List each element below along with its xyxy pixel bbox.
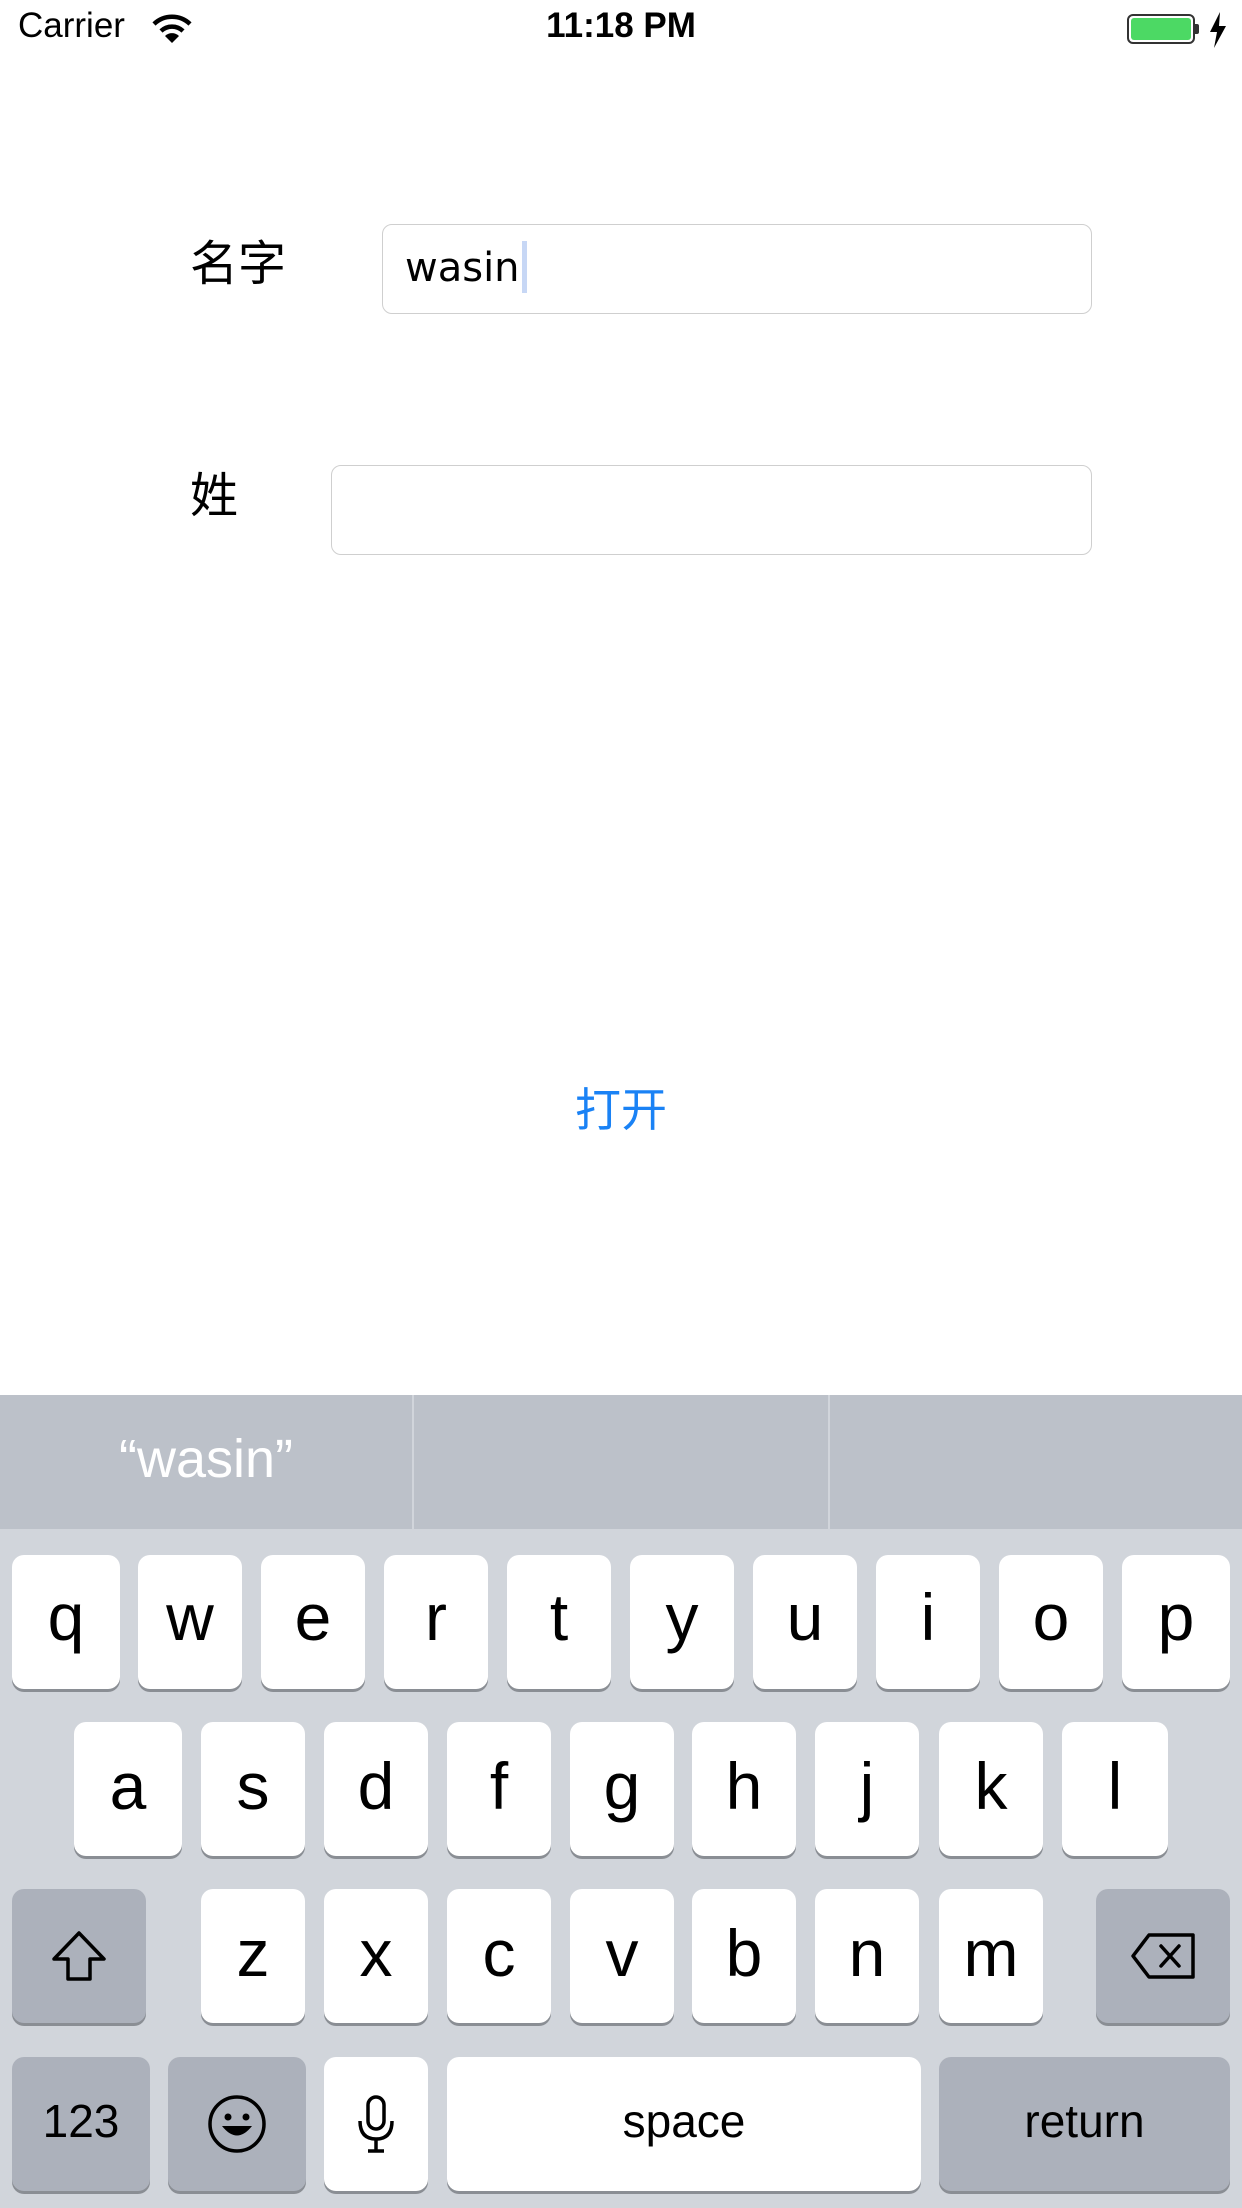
key-n[interactable]: n (815, 1889, 919, 2023)
key-f[interactable]: f (447, 1722, 551, 1856)
first-name-field[interactable]: wasin (382, 224, 1092, 314)
key-o[interactable]: o (999, 1555, 1103, 1689)
battery-icon (1127, 14, 1199, 44)
keyboard: “wasin” q w e r t y u i o p a s d f g h … (0, 1395, 1242, 2208)
suggestion-item[interactable]: “wasin” (0, 1395, 412, 1529)
charging-bolt-icon (1208, 12, 1228, 48)
status-time: 11:18 PM (546, 6, 696, 45)
status-bar: Carrier 11:18 PM (0, 0, 1242, 60)
key-s[interactable]: s (201, 1722, 305, 1856)
key-y[interactable]: y (630, 1555, 734, 1689)
key-j[interactable]: j (815, 1722, 919, 1856)
key-a[interactable]: a (74, 1722, 182, 1856)
space-key[interactable]: space (447, 2057, 921, 2191)
emoji-key[interactable] (168, 2057, 306, 2191)
suggestion-item-empty[interactable] (414, 1395, 828, 1529)
key-p[interactable]: p (1122, 1555, 1230, 1689)
key-k[interactable]: k (939, 1722, 1043, 1856)
suggestion-item-empty[interactable] (830, 1395, 1242, 1529)
numbers-key[interactable]: 123 (12, 2057, 150, 2191)
key-x[interactable]: x (324, 1889, 428, 2023)
key-g[interactable]: g (570, 1722, 674, 1856)
return-key[interactable]: return (939, 2057, 1230, 2191)
key-b[interactable]: b (692, 1889, 796, 2023)
shift-key[interactable] (12, 1889, 146, 2023)
key-l[interactable]: l (1062, 1722, 1168, 1856)
first-name-label: 名字 (190, 236, 287, 292)
key-d[interactable]: d (324, 1722, 428, 1856)
key-h[interactable]: h (692, 1722, 796, 1856)
text-cursor (521, 241, 527, 293)
key-r[interactable]: r (384, 1555, 488, 1689)
microphone-key[interactable] (324, 2057, 428, 2191)
key-c[interactable]: c (447, 1889, 551, 2023)
key-q[interactable]: q (12, 1555, 120, 1689)
key-u[interactable]: u (753, 1555, 857, 1689)
open-button[interactable]: 打开 (0, 1074, 1242, 1140)
suggestion-bar: “wasin” (0, 1395, 1242, 1529)
key-z[interactable]: z (201, 1889, 305, 2023)
key-e[interactable]: e (261, 1555, 365, 1689)
last-name-label: 姓 (190, 468, 239, 524)
key-m[interactable]: m (939, 1889, 1043, 2023)
first-name-value: wasin (405, 245, 520, 291)
key-v[interactable]: v (570, 1889, 674, 2023)
delete-key[interactable] (1096, 1889, 1230, 2023)
last-name-field[interactable] (331, 465, 1092, 555)
key-i[interactable]: i (876, 1555, 980, 1689)
key-t[interactable]: t (507, 1555, 611, 1689)
key-w[interactable]: w (138, 1555, 242, 1689)
